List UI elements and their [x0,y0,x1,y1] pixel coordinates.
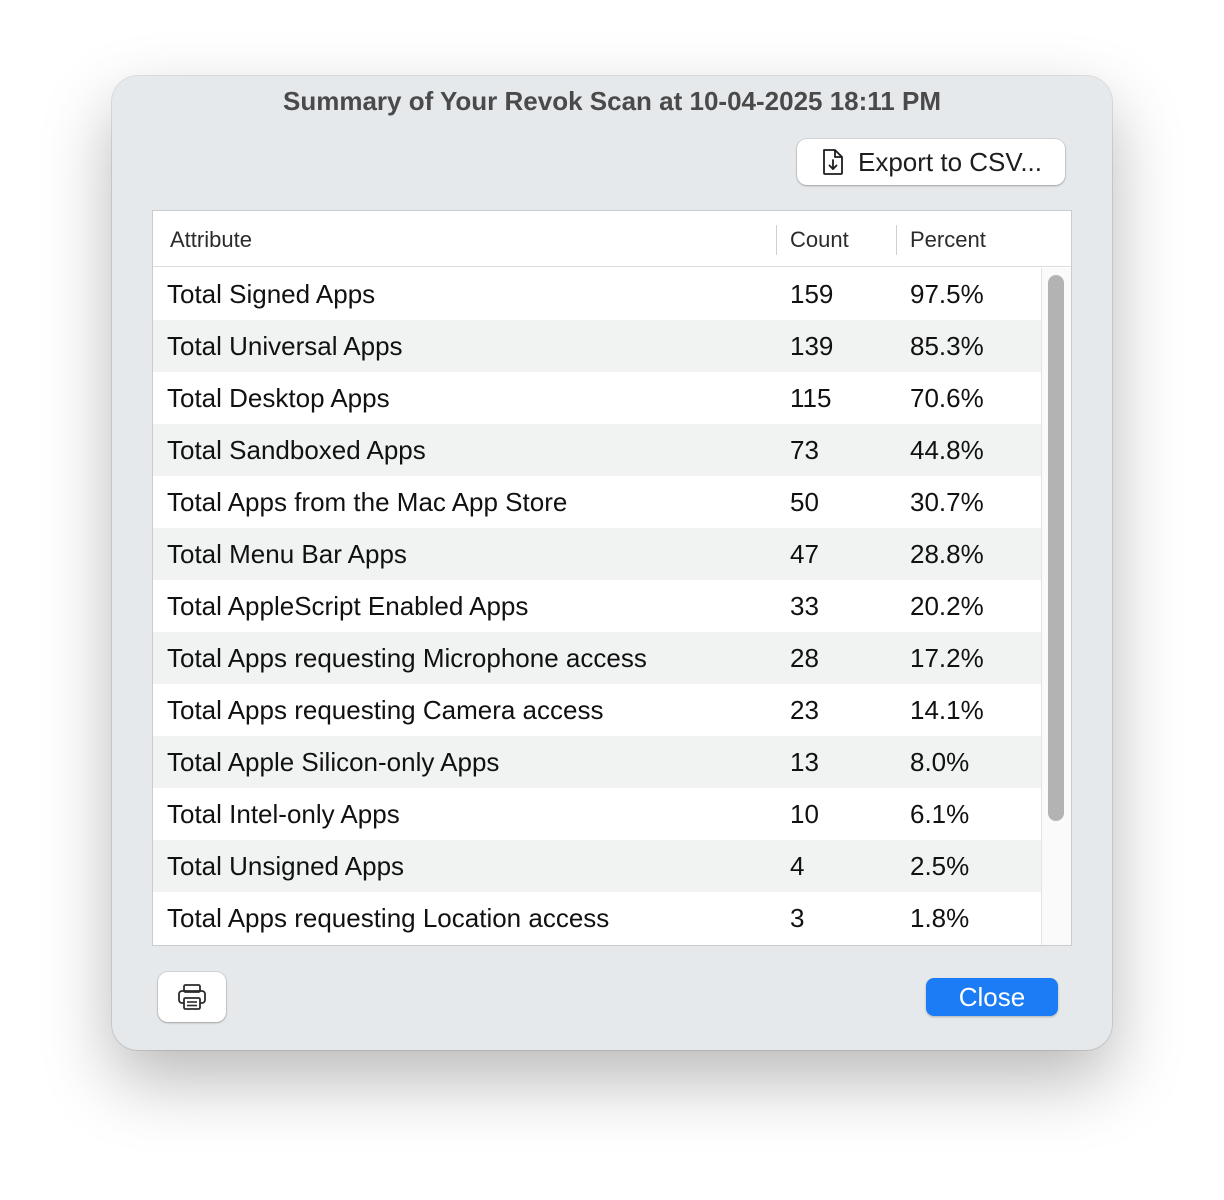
document-download-icon [823,149,843,175]
close-button[interactable]: Close [926,978,1058,1016]
table-row[interactable]: Total Unsigned Apps 4 2.5% [153,840,1041,892]
scrollbar-thumb[interactable] [1048,275,1064,821]
percent-cell: 8.0% [910,747,970,777]
vertical-scrollbar[interactable] [1041,268,1071,945]
column-header-count[interactable]: Count [790,211,849,267]
count-cell: 47 [790,539,819,569]
count-cell: 13 [790,747,819,777]
percent-cell: 6.1% [910,799,970,829]
column-divider [776,225,777,255]
percent-cell: 97.5% [910,279,984,309]
attribute-cell: Total Signed Apps [167,279,376,309]
printer-icon [178,984,206,1010]
table-row[interactable]: Total Signed Apps 159 97.5% [153,268,1041,320]
table-row[interactable]: Total Sandboxed Apps 73 44.8% [153,424,1041,476]
count-cell: 3 [790,903,805,933]
table-row[interactable]: Total Apps requesting Location access 3 … [153,892,1041,944]
percent-cell: 1.8% [910,903,970,933]
count-cell: 23 [790,695,819,725]
table-row[interactable]: Total Apps from the Mac App Store 50 30.… [153,476,1041,528]
attribute-cell: Total Apps from the Mac App Store [167,487,568,517]
count-cell: 4 [790,851,805,881]
count-cell: 159 [790,279,834,309]
percent-cell: 20.2% [910,591,984,621]
summary-table[interactable]: Attribute Count Percent Total Signed App… [153,211,1071,945]
count-cell: 73 [790,435,819,465]
column-header-percent[interactable]: Percent [910,211,986,267]
table-row[interactable]: Total Apps requesting Microphone access … [153,632,1041,684]
count-cell: 10 [790,799,819,829]
table-row[interactable]: Total Apps requesting Camera access 23 1… [153,684,1041,736]
column-divider [896,225,897,255]
count-cell: 28 [790,643,819,673]
column-header-attribute[interactable]: Attribute [170,211,252,267]
percent-cell: 17.2% [910,643,984,673]
percent-cell: 85.3% [910,331,984,361]
count-cell: 115 [790,383,832,413]
table-body: Total Signed Apps 159 97.5% Total Univer… [153,268,1041,944]
attribute-cell: Total Intel-only Apps [167,799,400,829]
attribute-cell: Total Apps requesting Location access [167,903,610,933]
table-row[interactable]: Total AppleScript Enabled Apps 33 20.2% [153,580,1041,632]
dialog-title: Summary of Your Revok Scan at 10-04-2025… [282,86,941,116]
table-row[interactable]: Total Menu Bar Apps 47 28.8% [153,528,1041,580]
table-row[interactable]: Total Apple Silicon-only Apps 13 8.0% [153,736,1041,788]
percent-cell: 30.7% [910,487,984,517]
count-cell: 50 [790,487,819,517]
summary-dialog: Summary of Your Revok Scan at 10-04-2025… [112,76,1112,1050]
attribute-cell: Total Apps requesting Camera access [167,695,604,725]
table-row[interactable]: Total Desktop Apps 115 70.6% [153,372,1041,424]
export-csv-button[interactable]: Export to CSV... [797,139,1065,185]
attribute-cell: Total Apps requesting Microphone access [167,643,647,673]
percent-cell: 44.8% [910,435,984,465]
count-cell: 33 [790,591,819,621]
percent-cell: 70.6% [910,383,984,413]
attribute-cell: Total Sandboxed Apps [167,435,426,465]
attribute-cell: Total AppleScript Enabled Apps [167,591,529,621]
percent-cell: 14.1% [910,695,984,725]
table-row[interactable]: Total Universal Apps 139 85.3% [153,320,1041,372]
percent-cell: 2.5% [910,851,970,881]
attribute-cell: Total Universal Apps [167,331,403,361]
print-button[interactable] [158,972,226,1022]
attribute-cell: Total Unsigned Apps [167,851,405,881]
table-row[interactable]: Total Intel-only Apps 10 6.1% [153,788,1041,840]
attribute-cell: Total Menu Bar Apps [167,539,407,569]
attribute-cell: Total Desktop Apps [167,383,390,413]
attribute-cell: Total Apple Silicon-only Apps [167,747,500,777]
table-header: Attribute Count Percent [153,211,1071,267]
count-cell: 139 [790,331,834,361]
percent-cell: 28.8% [910,539,984,569]
export-csv-label: Export to CSV... [857,146,1043,177]
